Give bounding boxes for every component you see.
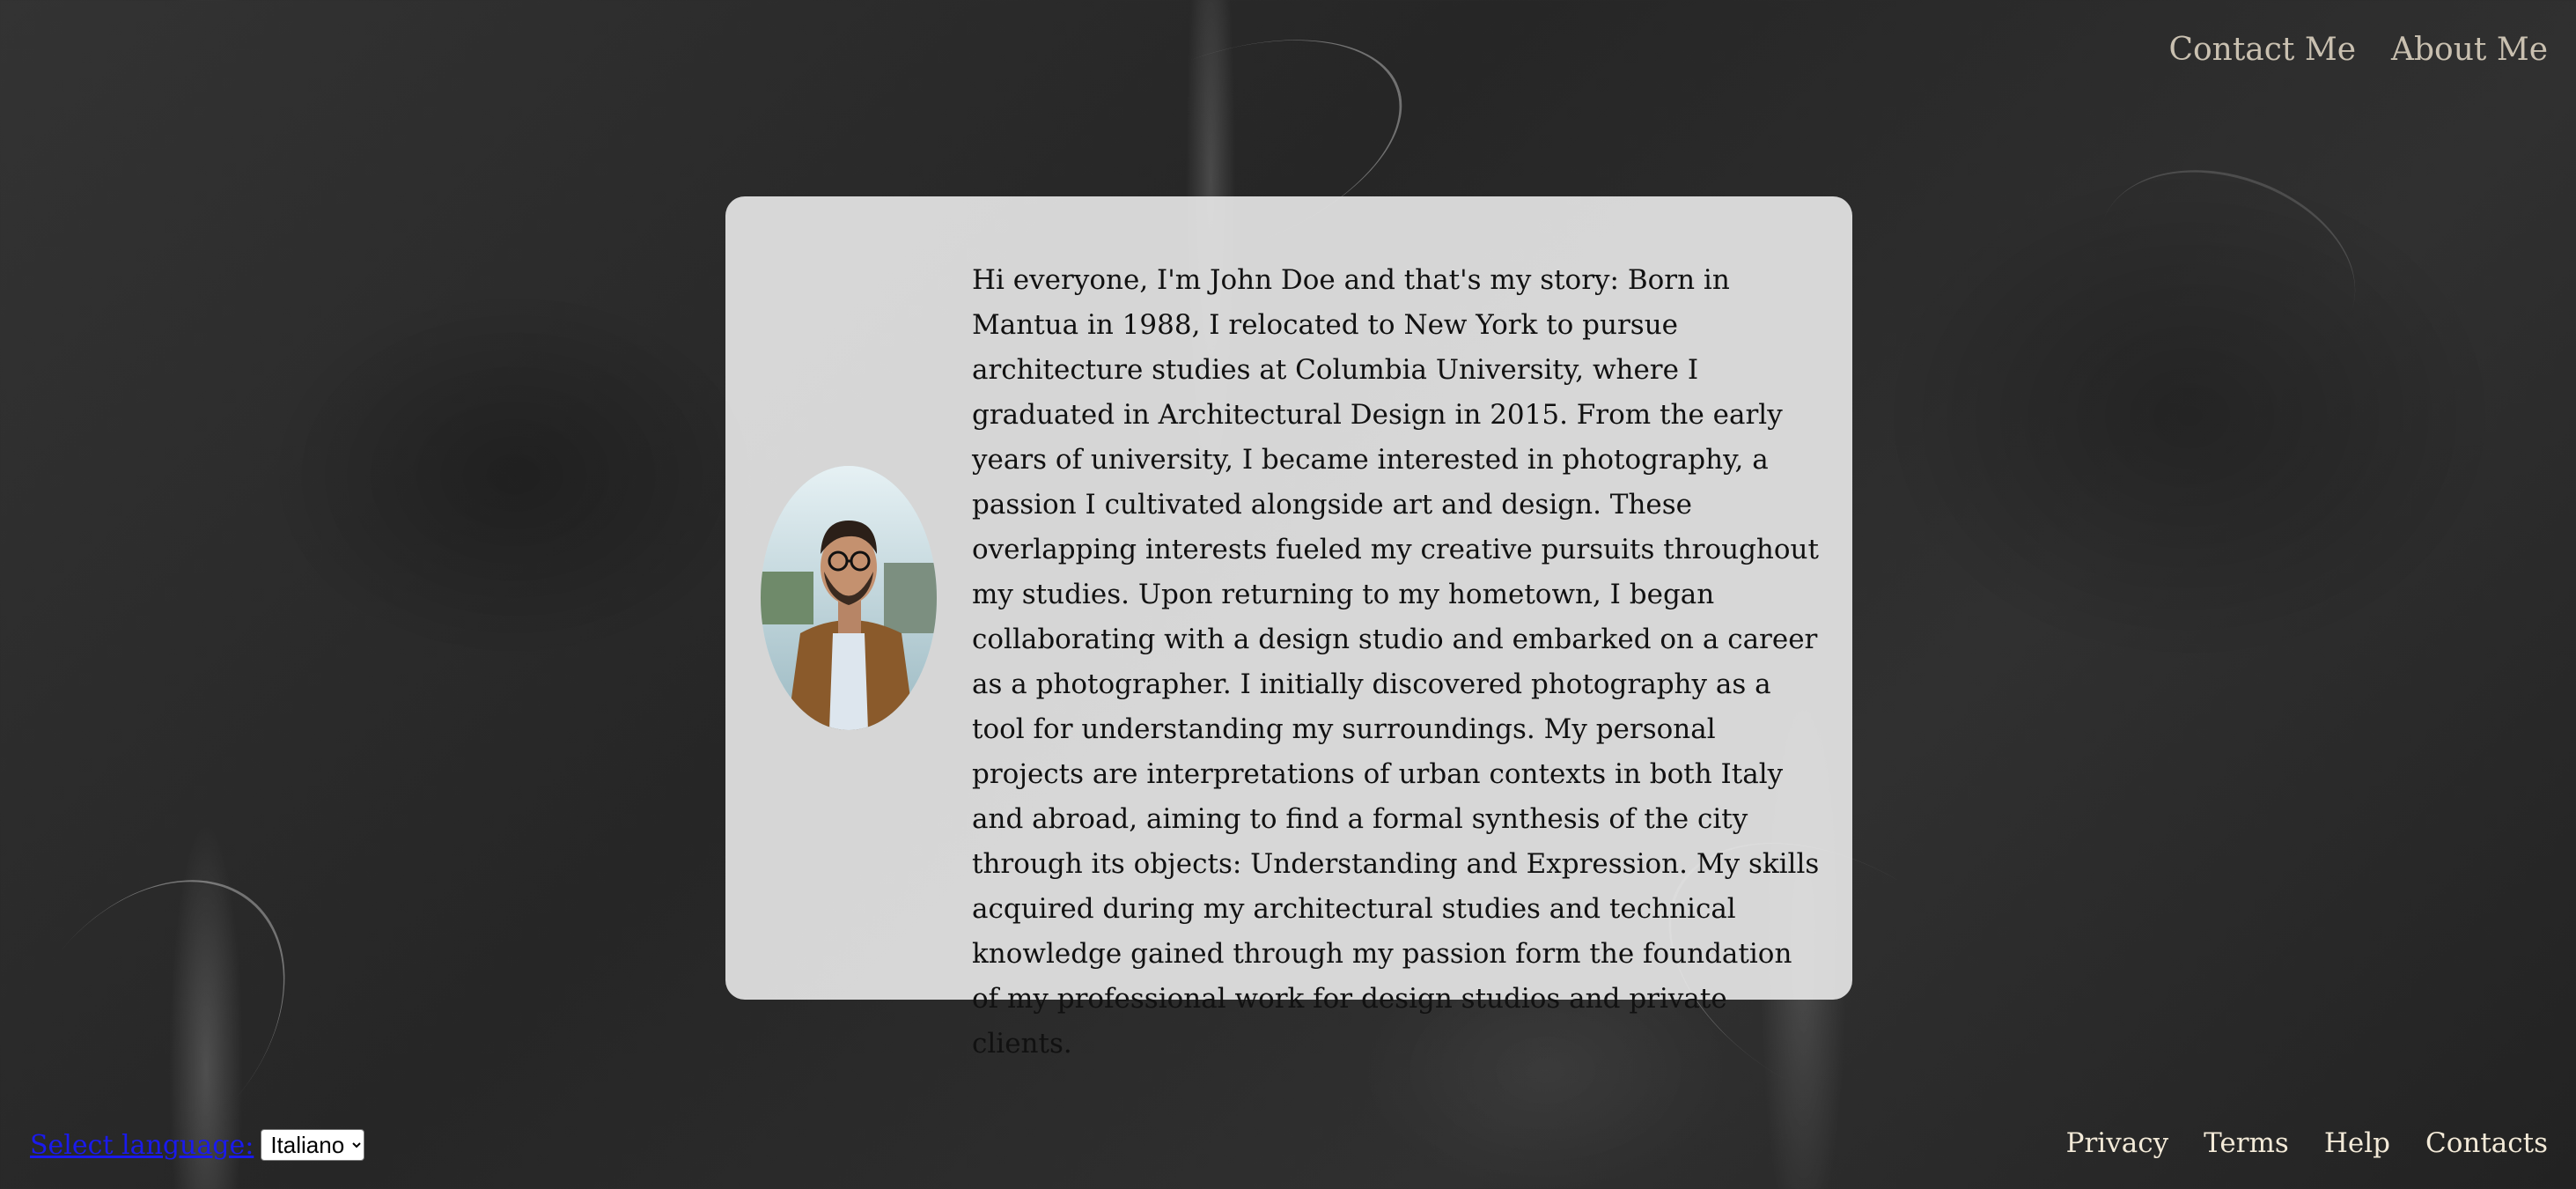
- nav-about-me-link[interactable]: About Me: [2391, 32, 2548, 68]
- bio-text: Hi everyone, I'm John Doe and that's my …: [972, 264, 1820, 1060]
- nav-contact-me-link[interactable]: Contact Me: [2168, 32, 2356, 68]
- profile-photo: [761, 466, 937, 730]
- about-card: Hi everyone, I'm John Doe and that's my …: [725, 196, 1852, 1060]
- marble-vein: [2072, 136, 2382, 395]
- footer-help-link[interactable]: Help: [2324, 1127, 2390, 1159]
- top-navigation: Contact Me About Me: [2168, 32, 2548, 68]
- portrait-photo-icon: [761, 466, 937, 730]
- footer-contacts-link[interactable]: Contacts: [2425, 1127, 2548, 1159]
- select-language-link[interactable]: Select language:: [30, 1130, 254, 1161]
- language-selector: Select language: Italiano: [30, 1129, 365, 1161]
- language-dropdown[interactable]: Italiano: [261, 1129, 365, 1161]
- footer-terms-link[interactable]: Terms: [2204, 1127, 2289, 1159]
- footer-navigation: Privacy Terms Help Contacts: [2066, 1127, 2548, 1159]
- footer-privacy-link[interactable]: Privacy: [2066, 1127, 2168, 1159]
